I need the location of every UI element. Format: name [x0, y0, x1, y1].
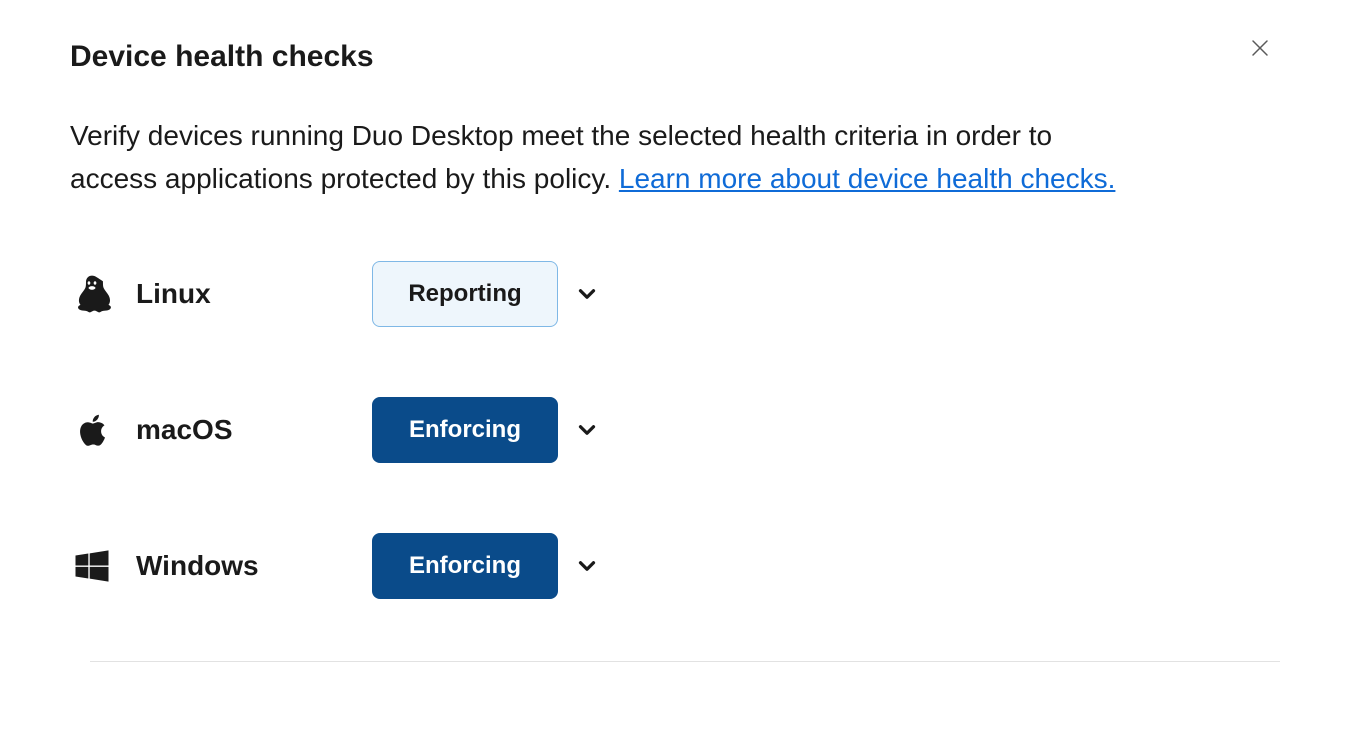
- close-icon[interactable]: [1248, 36, 1272, 60]
- status-select-button[interactable]: Enforcing: [372, 397, 558, 463]
- device-health-panel: Device health checks Verify devices runn…: [0, 0, 1350, 662]
- apple-icon: [70, 408, 114, 452]
- os-row-macos: macOS Enforcing: [70, 397, 1280, 463]
- status-select-group: Reporting: [372, 261, 600, 327]
- os-label-group: Windows: [70, 544, 372, 588]
- os-name-label: Linux: [136, 278, 211, 310]
- os-list: Linux Reporting macOS: [70, 261, 1280, 599]
- section-divider: [90, 661, 1280, 662]
- windows-icon: [70, 544, 114, 588]
- status-select-group: Enforcing: [372, 397, 600, 463]
- linux-icon: [70, 272, 114, 316]
- os-name-label: macOS: [136, 414, 233, 446]
- chevron-down-icon[interactable]: [574, 553, 600, 579]
- os-label-group: Linux: [70, 272, 372, 316]
- chevron-down-icon[interactable]: [574, 281, 600, 307]
- status-select-button[interactable]: Reporting: [372, 261, 558, 327]
- learn-more-link[interactable]: Learn more about device health checks.: [619, 163, 1116, 194]
- page-description: Verify devices running Duo Desktop meet …: [70, 114, 1130, 201]
- page-title: Device health checks: [70, 40, 1280, 74]
- status-select-group: Enforcing: [372, 533, 600, 599]
- chevron-down-icon[interactable]: [574, 417, 600, 443]
- os-name-label: Windows: [136, 550, 259, 582]
- os-row-linux: Linux Reporting: [70, 261, 1280, 327]
- os-label-group: macOS: [70, 408, 372, 452]
- status-select-button[interactable]: Enforcing: [372, 533, 558, 599]
- os-row-windows: Windows Enforcing: [70, 533, 1280, 599]
